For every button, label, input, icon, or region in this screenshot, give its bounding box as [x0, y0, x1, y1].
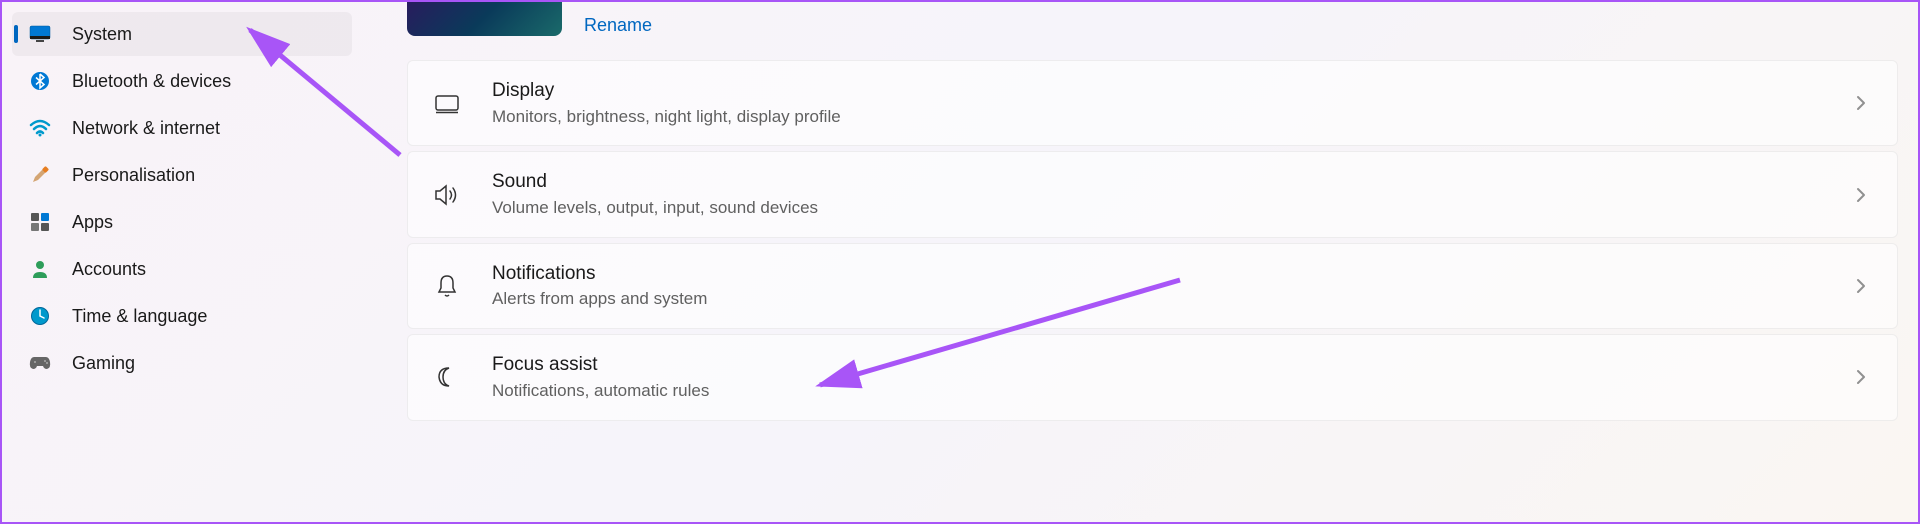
- sidebar-item-label: Network & internet: [72, 118, 220, 139]
- card-title: Focus assist: [492, 352, 1855, 379]
- sound-icon: [432, 180, 462, 210]
- sidebar-item-accounts[interactable]: Accounts: [12, 247, 352, 291]
- sidebar-item-label: System: [72, 24, 132, 45]
- sidebar-item-label: Personalisation: [72, 165, 195, 186]
- card-title: Notifications: [492, 261, 1855, 288]
- card-display[interactable]: Display Monitors, brightness, night ligh…: [407, 60, 1898, 146]
- sidebar-item-gaming[interactable]: Gaming: [12, 341, 352, 385]
- device-thumbnail: [407, 2, 562, 36]
- card-title: Display: [492, 78, 1855, 105]
- card-subtitle: Alerts from apps and system: [492, 287, 1855, 311]
- card-title: Sound: [492, 169, 1855, 196]
- bell-icon: [432, 271, 462, 301]
- card-text: Display Monitors, brightness, night ligh…: [492, 78, 1855, 128]
- chevron-right-icon: [1855, 186, 1873, 204]
- main-content: Rename Display Monitors, brightness, nig…: [367, 2, 1918, 522]
- sidebar-item-time[interactable]: Time & language: [12, 294, 352, 338]
- card-subtitle: Volume levels, output, input, sound devi…: [492, 196, 1855, 220]
- device-section: Rename: [407, 2, 1898, 42]
- sidebar-item-label: Apps: [72, 212, 113, 233]
- wifi-icon: [28, 116, 52, 140]
- sidebar-item-apps[interactable]: Apps: [12, 200, 352, 244]
- card-focus-assist[interactable]: Focus assist Notifications, automatic ru…: [407, 334, 1898, 420]
- card-notifications[interactable]: Notifications Alerts from apps and syste…: [407, 243, 1898, 329]
- card-sound[interactable]: Sound Volume levels, output, input, soun…: [407, 151, 1898, 237]
- sidebar-item-network[interactable]: Network & internet: [12, 106, 352, 150]
- card-subtitle: Notifications, automatic rules: [492, 379, 1855, 403]
- rename-link[interactable]: Rename: [584, 15, 652, 35]
- clock-globe-icon: [28, 304, 52, 328]
- card-text: Notifications Alerts from apps and syste…: [492, 261, 1855, 311]
- chevron-right-icon: [1855, 368, 1873, 386]
- brush-icon: [28, 163, 52, 187]
- card-text: Focus assist Notifications, automatic ru…: [492, 352, 1855, 402]
- sidebar-item-label: Gaming: [72, 353, 135, 374]
- sidebar-item-personalisation[interactable]: Personalisation: [12, 153, 352, 197]
- device-info: Rename: [584, 15, 652, 42]
- chevron-right-icon: [1855, 94, 1873, 112]
- sidebar-item-label: Time & language: [72, 306, 207, 327]
- sidebar: System Bluetooth & devices Network & int…: [2, 2, 367, 522]
- chevron-right-icon: [1855, 277, 1873, 295]
- person-icon: [28, 257, 52, 281]
- sidebar-item-bluetooth[interactable]: Bluetooth & devices: [12, 59, 352, 103]
- gamepad-icon: [28, 351, 52, 375]
- sidebar-item-label: Accounts: [72, 259, 146, 280]
- moon-icon: [432, 362, 462, 392]
- card-subtitle: Monitors, brightness, night light, displ…: [492, 105, 1855, 129]
- apps-icon: [28, 210, 52, 234]
- card-text: Sound Volume levels, output, input, soun…: [492, 169, 1855, 219]
- sidebar-item-system[interactable]: System: [12, 12, 352, 56]
- sidebar-item-label: Bluetooth & devices: [72, 71, 231, 92]
- system-icon: [28, 22, 52, 46]
- bluetooth-icon: [28, 69, 52, 93]
- display-icon: [432, 88, 462, 118]
